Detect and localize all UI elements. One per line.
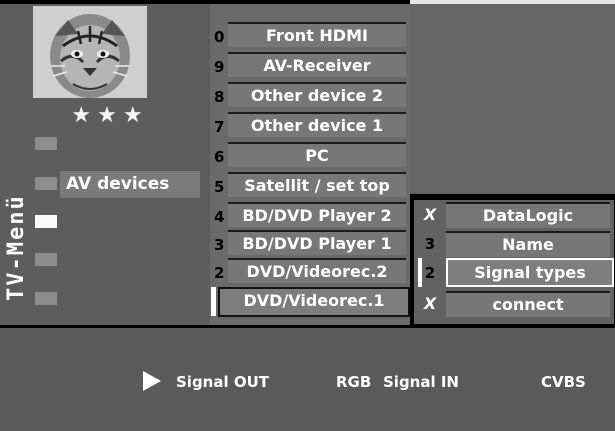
item-label: Front HDMI	[228, 22, 406, 47]
list-item[interactable]: 7 Other device 1	[210, 112, 410, 139]
play-icon	[143, 371, 161, 391]
tv-menu-title: TV-Menü	[2, 141, 30, 311]
item-number: 7	[214, 118, 225, 136]
item-label: AV-Receiver	[228, 52, 406, 77]
item-label: BD/DVD Player 2	[228, 202, 406, 227]
item-number: 8	[214, 88, 225, 106]
submenu-item-datalogic[interactable]: X DataLogic	[418, 202, 610, 228]
item-label: PC	[228, 142, 406, 167]
item-number: 2	[424, 264, 436, 282]
menu-marker[interactable]	[35, 177, 57, 190]
submenu-label: connect	[446, 291, 610, 317]
submenu-label: Signal types	[446, 258, 614, 287]
signal-in-label: Signal IN	[383, 373, 459, 391]
list-item[interactable]: 6 PC	[210, 142, 410, 169]
item-number: 2	[214, 264, 225, 282]
submenu-label: DataLogic	[446, 202, 610, 228]
item-number: 6	[214, 148, 225, 166]
item-label: DVD/Videorec.1	[218, 287, 410, 317]
selection-bar	[211, 287, 216, 316]
check-mark-icon: X	[423, 205, 437, 224]
list-item[interactable]: 3 BD/DVD Player 1	[210, 230, 410, 257]
channel-thumbnail	[33, 6, 147, 98]
menu-marker[interactable]	[35, 137, 57, 150]
item-label: DVD/Videorec.2	[228, 258, 406, 283]
rating-stars: ★★★	[71, 103, 149, 128]
item-number: 3	[424, 235, 436, 253]
tiger-image	[33, 6, 147, 98]
menu-marker-active[interactable]	[35, 215, 57, 228]
list-item[interactable]: 0 Front HDMI	[210, 22, 410, 49]
cvbs-label: CVBS	[541, 373, 586, 391]
item-label: Other device 1	[228, 112, 406, 137]
list-item[interactable]: 5 Satellit / set top	[210, 172, 410, 199]
list-item-selected[interactable]: DVD/Videorec.1	[210, 287, 410, 317]
item-number: 3	[214, 236, 225, 254]
check-mark-icon: X	[423, 294, 437, 313]
right-panel	[410, 4, 615, 194]
menu-marker[interactable]	[35, 253, 57, 266]
item-number: 5	[214, 178, 225, 196]
tv-menu-title-text: TV-Menü	[4, 194, 29, 301]
item-number: 0	[214, 28, 225, 46]
submenu-item-name[interactable]: 3 Name	[418, 231, 610, 257]
signal-out-label: Signal OUT	[176, 373, 270, 391]
list-item[interactable]: 4 BD/DVD Player 2	[210, 202, 410, 229]
item-label: Satellit / set top	[228, 172, 406, 197]
list-item[interactable]: 9 AV-Receiver	[210, 52, 410, 79]
menu-marker[interactable]	[35, 292, 57, 305]
item-number: 4	[214, 208, 225, 226]
item-number: 9	[214, 58, 225, 76]
submenu-item-signal-types[interactable]: 2 Signal types	[418, 258, 614, 287]
menu-item-av-devices[interactable]: AV devices	[60, 171, 200, 198]
list-item[interactable]: 2 DVD/Videorec.2	[210, 258, 410, 285]
item-label: Other device 2	[228, 82, 406, 107]
item-label: BD/DVD Player 1	[228, 230, 406, 255]
submenu-label: Name	[446, 231, 610, 257]
submenu-item-connect[interactable]: X connect	[418, 291, 610, 317]
info-bar	[0, 325, 615, 431]
list-item[interactable]: 8 Other device 2	[210, 82, 410, 109]
rgb-label: RGB	[336, 373, 372, 391]
